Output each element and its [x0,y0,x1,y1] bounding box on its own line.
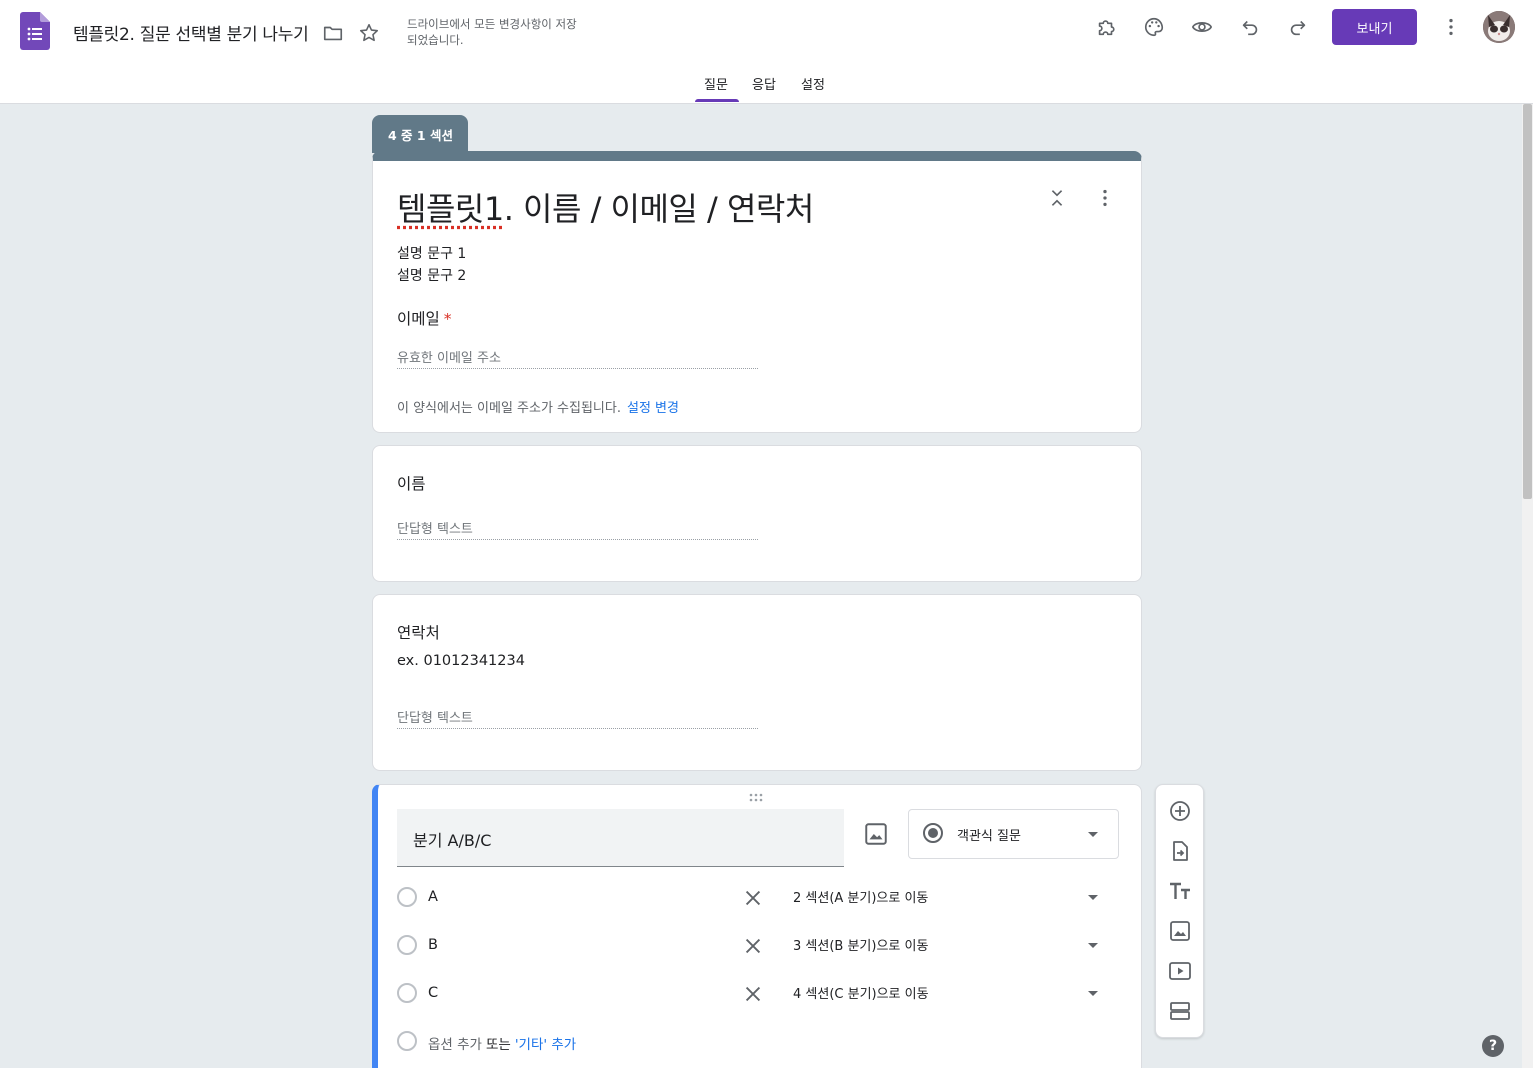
tab-questions[interactable]: 질문 [704,74,728,93]
section-counter-tag: 4 중 1 섹션 [372,115,468,153]
question-title-input[interactable]: 분기 A/B/C [397,809,844,867]
undo-icon[interactable] [1235,12,1265,42]
add-option-area: 옵션 추가 또는 '기타' 추가 [428,1033,576,1053]
option-label[interactable]: A [428,889,438,905]
save-status: 드라이브에서 모든 변경사항이 저장되었습니다. [407,17,577,47]
option-row-a[interactable]: A 2 섹션(A 분기)으로 이동 [397,885,1127,915]
form-tabs: 질문 응답 설정 [0,66,1533,104]
radio-type-icon [923,823,943,843]
chevron-down-icon [1088,832,1098,837]
section-header-card[interactable]: 템플릿1. 이름 / 이메일 / 연락처 설명 문구 1 설명 문구 2 이메일… [372,151,1142,433]
question-card-name[interactable]: 이름 단답형 텍스트 [372,445,1142,582]
tab-settings[interactable]: 설정 [801,74,825,93]
email-input[interactable]: 유효한 이메일 주소 [397,345,758,369]
email-note-text: 이 양식에서는 이메일 주소가 수집됩니다. [397,401,621,416]
go-to-section-select[interactable]: 2 섹션(A 분기)으로 이동 [793,887,928,906]
section-title-part2: . 이름 / 이메일 / 연락처 [503,190,815,228]
description-line-1: 설명 문구 1 [397,246,467,262]
folder-icon[interactable] [318,18,348,48]
redo-icon[interactable] [1283,12,1313,42]
app-header: 템플릿2. 질문 선택별 분기 나누기 드라이브에서 모든 변경사항이 저장되었… [0,0,1533,104]
send-button[interactable]: 보내기 [1332,9,1417,45]
question-label: 연락처 [397,624,440,642]
option-radio [397,887,417,907]
question-card-contact[interactable]: 연락처 ex. 01012341234 단답형 텍스트 [372,594,1142,771]
palette-icon[interactable] [1139,12,1169,42]
option-radio [397,1031,417,1051]
more-vert-icon[interactable] [1436,12,1466,42]
short-answer-input[interactable]: 단답형 텍스트 [397,705,758,729]
question-type-select[interactable]: 객관식 질문 [908,809,1119,859]
option-row-b[interactable]: B 3 섹션(B 분기)으로 이동 [397,933,1127,963]
required-asterisk: * [443,310,452,328]
add-image-icon[interactable] [1168,919,1192,943]
chevron-down-icon[interactable] [1088,895,1098,900]
remove-option-icon[interactable] [742,935,764,957]
collapse-section-icon[interactable] [1042,183,1072,213]
question-label: 이름 [397,475,426,493]
change-settings-link[interactable]: 설정 변경 [627,401,679,416]
or-text: 또는 [485,1037,511,1053]
add-other-link[interactable]: '기타' 추가 [515,1037,576,1053]
add-section-icon[interactable] [1168,999,1192,1023]
section-description[interactable]: 설명 문구 1 설명 문구 2 [397,243,466,287]
remove-option-icon[interactable] [742,887,764,909]
option-radio [397,983,417,1003]
section-title[interactable]: 템플릿1. 이름 / 이메일 / 연락처 [397,184,814,230]
floating-toolbar [1155,784,1204,1038]
question-help-text: ex. 01012341234 [397,653,525,669]
option-row-c[interactable]: C 4 섹션(C 분기)으로 이동 [397,981,1127,1011]
option-radio [397,935,417,955]
scrollbar-thumb[interactable] [1523,104,1532,499]
email-label-text: 이메일 [397,310,440,328]
active-tab-indicator [695,99,739,102]
add-title-text-icon[interactable] [1168,879,1192,903]
forms-logo-icon[interactable] [20,12,50,50]
email-collection-note: 이 양식에서는 이메일 주소가 수집됩니다. 설정 변경 [397,397,679,416]
page-scrollbar[interactable] [1522,104,1533,1068]
addons-puzzle-icon[interactable] [1091,12,1121,42]
add-image-icon[interactable] [863,821,889,847]
avatar[interactable] [1483,11,1515,43]
add-option-link[interactable]: 옵션 추가 [428,1037,482,1053]
preview-eye-icon[interactable] [1187,12,1217,42]
document-title[interactable]: 템플릿2. 질문 선택별 분기 나누기 [73,20,309,45]
option-label[interactable]: B [428,937,438,953]
import-questions-icon[interactable] [1168,839,1192,863]
go-to-section-select[interactable]: 4 섹션(C 분기)으로 이동 [793,983,929,1002]
star-icon[interactable] [354,18,384,48]
add-option-row: 옵션 추가 또는 '기타' 추가 [397,1029,1127,1059]
question-type-label: 객관식 질문 [957,829,1021,844]
short-answer-input[interactable]: 단답형 텍스트 [397,516,758,540]
email-question-label: 이메일 * [397,307,452,329]
chevron-down-icon[interactable] [1088,991,1098,996]
add-video-icon[interactable] [1168,959,1192,983]
add-question-icon[interactable] [1168,799,1192,823]
section-title-part1: 템플릿1 [397,190,504,228]
go-to-section-select[interactable]: 3 섹션(B 분기)으로 이동 [793,935,928,954]
section-more-icon[interactable] [1090,183,1120,213]
remove-option-icon[interactable] [742,983,764,1005]
description-line-2: 설명 문구 2 [397,268,467,284]
drag-handle-icon[interactable] [749,793,767,803]
question-card-branch[interactable]: 분기 A/B/C 객관식 질문 A 2 섹션(A 분기)으로 이동 B 3 섹션… [372,784,1142,1068]
help-icon[interactable]: ? [1482,1035,1504,1057]
option-label[interactable]: C [428,985,438,1001]
tab-responses[interactable]: 응답 [752,74,776,93]
chevron-down-icon[interactable] [1088,943,1098,948]
